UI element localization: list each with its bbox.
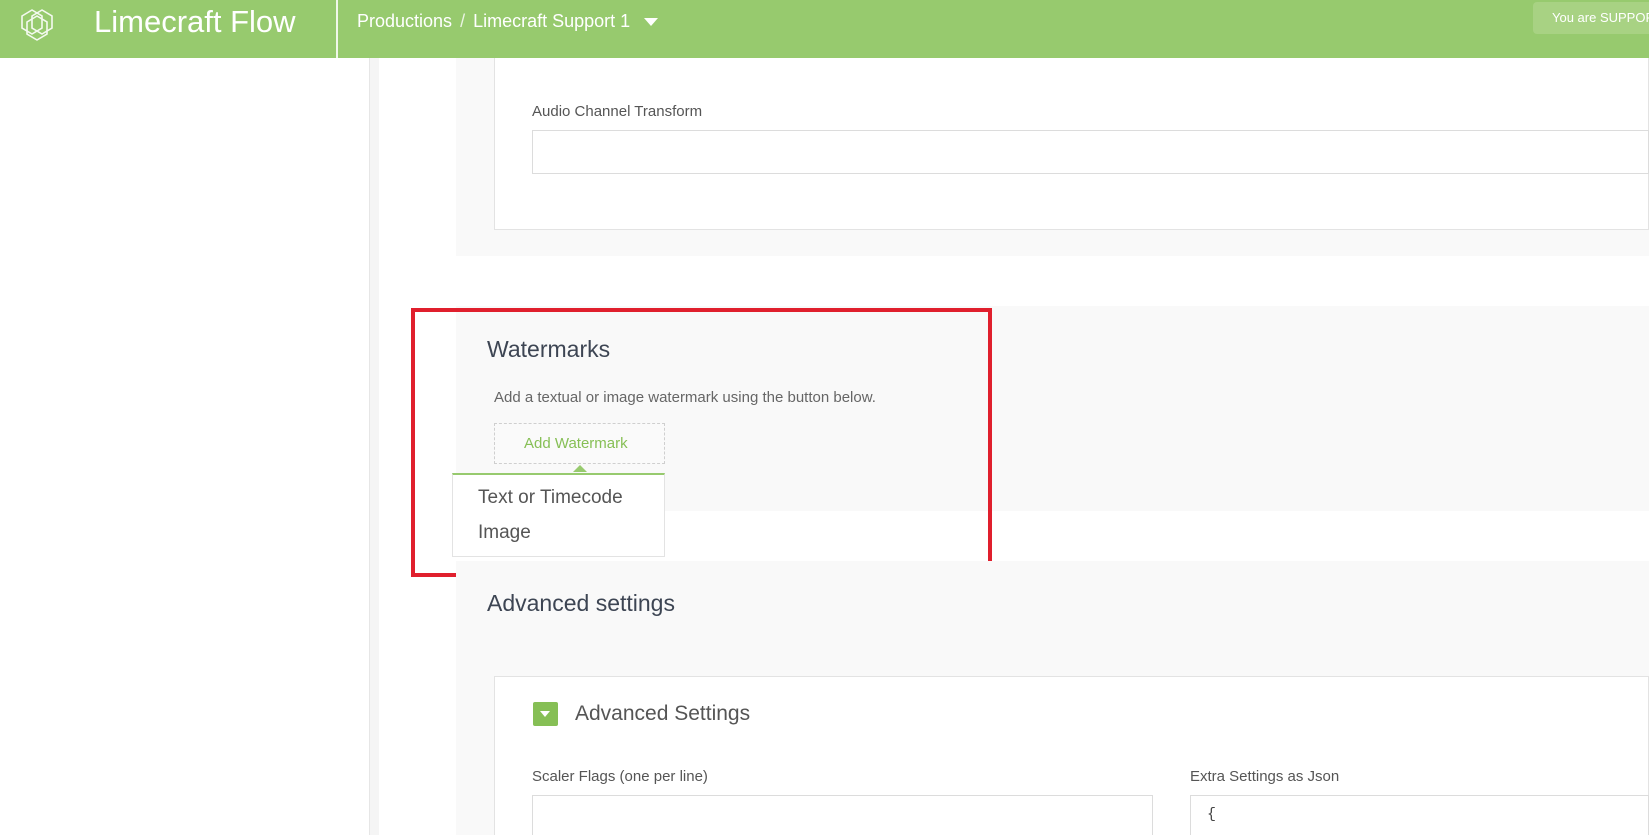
app-title[interactable]: Limecraft Flow	[94, 2, 296, 42]
advanced-settings-card-title[interactable]: Advanced Settings	[575, 702, 750, 726]
top-bar: Limecraft Flow Productions / Limecraft Sup…	[0, 0, 1649, 58]
breadcrumb-production-name[interactable]: Limecraft Support 1	[473, 11, 630, 31]
audio-channel-transform-label: Audio Channel Transform	[532, 103, 703, 120]
extra-settings-json: {	[1207, 806, 1217, 823]
chevron-down-icon[interactable]	[644, 18, 659, 27]
scaler-flags-textarea[interactable]	[532, 795, 1153, 835]
topbar-divider	[336, 0, 338, 58]
sidebar-border	[369, 58, 379, 835]
limecraft-logo-icon[interactable]	[14, 2, 60, 42]
breadcrumb-separator: /	[460, 11, 466, 31]
highlight-box	[411, 308, 992, 577]
breadcrumb: Productions / Limecraft Support 1	[357, 8, 659, 34]
advanced-settings-title: Advanced settings	[487, 590, 675, 616]
scaler-flags-label: Scaler Flags (one per line)	[532, 768, 708, 785]
extra-settings-textarea[interactable]: {	[1190, 795, 1649, 835]
user-badge[interactable]: You are SUPPORT	[1533, 2, 1649, 34]
audio-channel-transform-input[interactable]	[532, 130, 1649, 174]
sidebar	[0, 58, 369, 835]
extra-settings-label: Extra Settings as Json	[1190, 768, 1340, 785]
breadcrumb-productions[interactable]: Productions	[357, 11, 452, 31]
collapse-toggle-icon[interactable]	[533, 702, 558, 726]
